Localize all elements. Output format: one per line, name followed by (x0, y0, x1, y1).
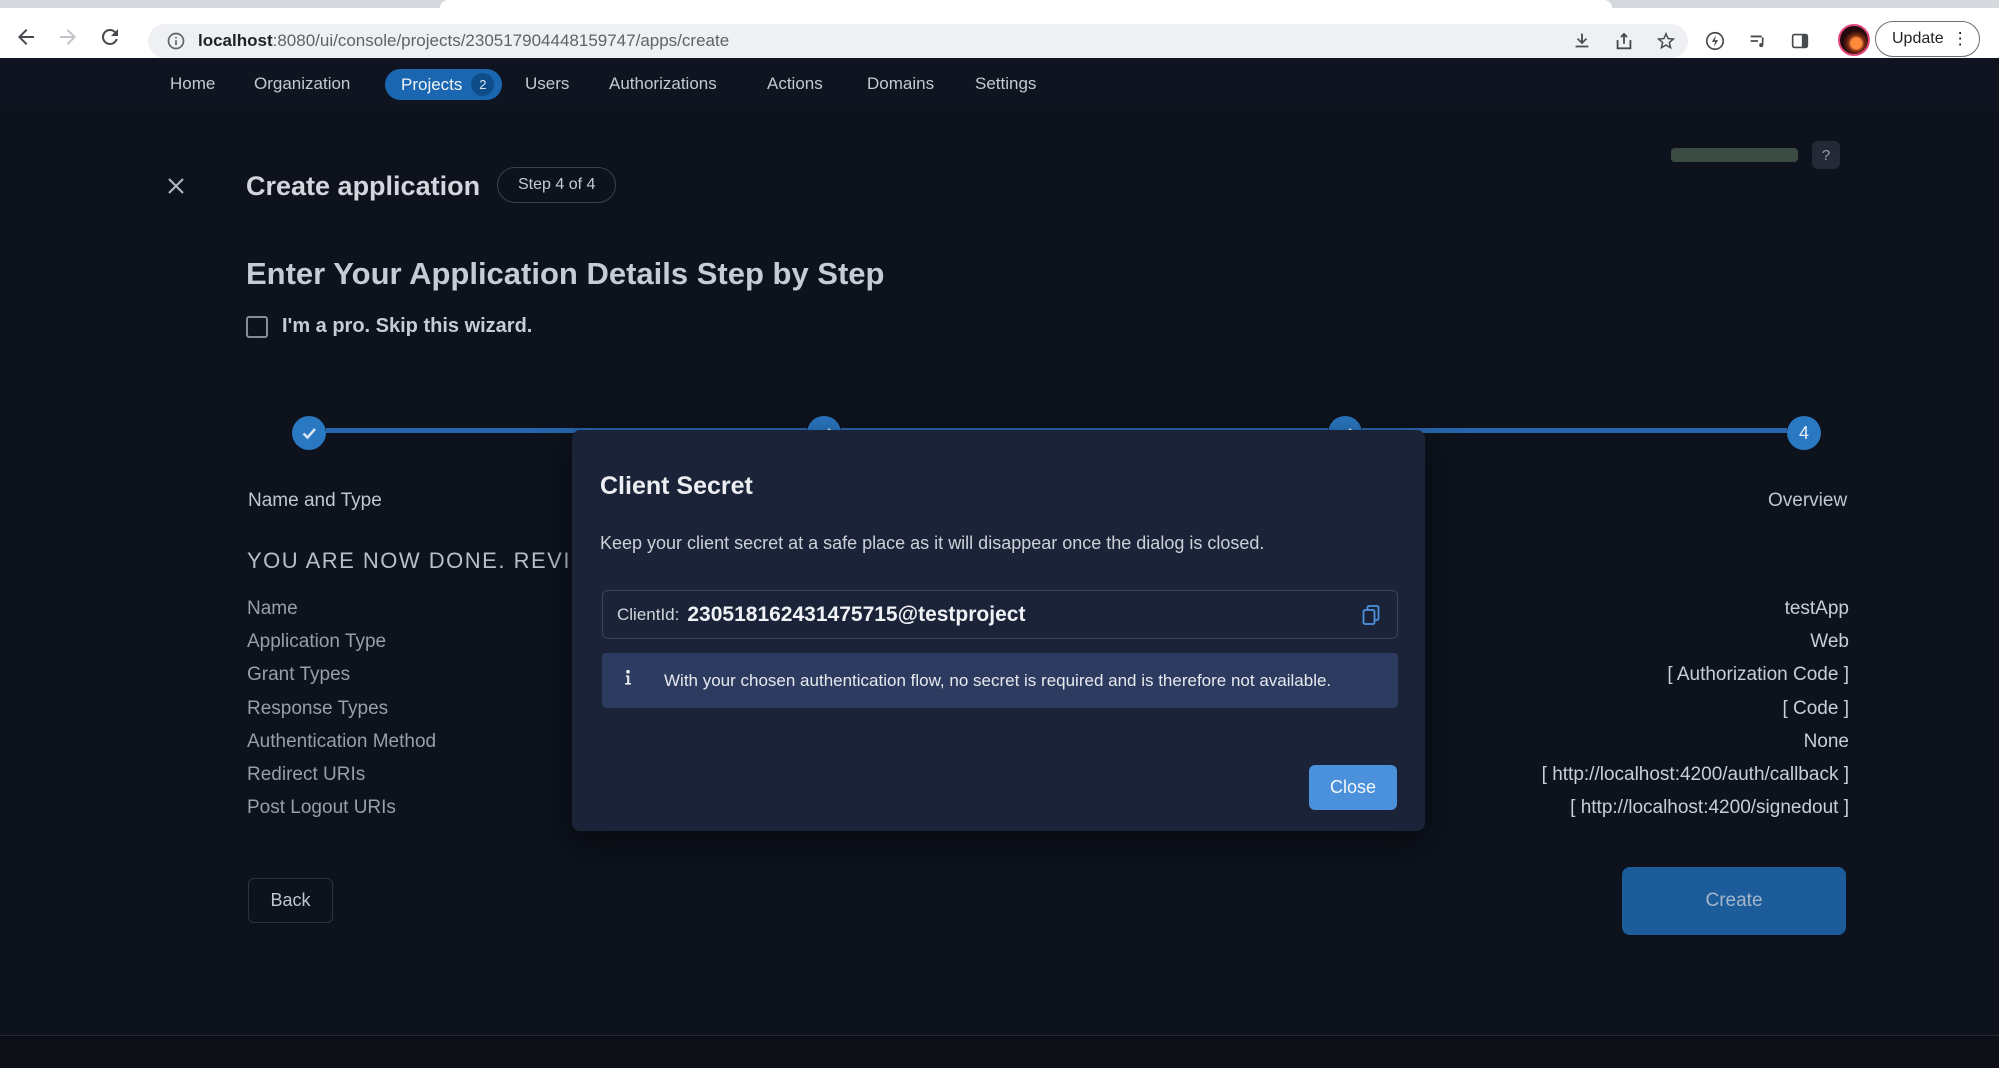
step-1-circle[interactable] (292, 416, 326, 450)
url-text[interactable]: localhost:8080/ui/console/projects/23051… (198, 31, 729, 51)
skip-wizard-row[interactable]: I'm a pro. Skip this wizard. (246, 315, 532, 338)
update-label: Update (1892, 30, 1944, 48)
step-1-label: Name and Type (248, 490, 382, 512)
copy-icon[interactable] (1359, 603, 1383, 627)
forward-icon[interactable] (56, 25, 80, 49)
review-value: [ Authorization Code ] (1542, 658, 1849, 691)
extension-leaf-icon[interactable] (1704, 30, 1726, 52)
review-value: [ http://localhost:4200/signedout ] (1542, 791, 1849, 824)
avatar[interactable] (1838, 24, 1870, 56)
download-icon[interactable] (1571, 30, 1593, 52)
step-4-label: Overview (1768, 490, 1847, 512)
client-id-field[interactable]: ClientId: 230518162431475715@testproject (602, 590, 1398, 639)
site-info-icon[interactable] (166, 31, 186, 51)
review-value: [ http://localhost:4200/auth/callback ] (1542, 758, 1849, 791)
back-button[interactable]: Back (248, 878, 333, 923)
client-id-value: 230518162431475715@testproject (687, 603, 1025, 627)
review-values: testApp Web [ Authorization Code ] [ Cod… (1542, 592, 1849, 824)
nav-item-actions[interactable]: Actions (767, 58, 823, 110)
review-value: Web (1542, 625, 1849, 658)
review-label: Post Logout URIs (247, 791, 436, 824)
browser-tabstrip (0, 0, 1999, 8)
app-nav: Home Organization Projects 2 Users Autho… (0, 58, 1999, 110)
step-connector (1362, 428, 1787, 433)
review-title: YOU ARE NOW DONE. REVIEW (247, 548, 609, 574)
dialog-description: Keep your client secret at a safe place … (600, 533, 1264, 554)
share-icon[interactable] (1613, 30, 1635, 52)
bookmark-star-icon[interactable] (1655, 30, 1677, 52)
review-label: Authentication Method (247, 725, 436, 758)
nav-item-authorizations[interactable]: Authorizations (609, 58, 717, 110)
review-label: Response Types (247, 692, 436, 725)
nav-item-projects[interactable]: Projects 2 (385, 69, 502, 100)
skip-wizard-label: I'm a pro. Skip this wizard. (282, 315, 532, 338)
review-label: Redirect URIs (247, 758, 436, 791)
nav-item-settings[interactable]: Settings (975, 58, 1036, 110)
step-4-number: 4 (1799, 423, 1809, 444)
page-title: Create application (246, 171, 480, 202)
review-labels: Name Application Type Grant Types Respon… (247, 592, 436, 824)
client-secret-dialog: Client Secret Keep your client secret at… (572, 430, 1425, 831)
extension-media-icon[interactable] (1747, 30, 1769, 52)
nav-item-projects-label: Projects (401, 75, 462, 95)
more-menu-icon[interactable]: ⋮ (1952, 29, 1969, 49)
projects-count-badge: 2 (471, 73, 494, 96)
review-value: [ Code ] (1542, 692, 1849, 725)
url-bar[interactable]: localhost:8080/ui/console/projects/23051… (148, 24, 1688, 58)
footer-bar (0, 1035, 1999, 1068)
client-id-label: ClientId: (617, 605, 679, 625)
nav-item-domains[interactable]: Domains (867, 58, 934, 110)
info-icon (618, 668, 638, 693)
url-host: localhost (198, 31, 273, 50)
active-tab[interactable] (440, 0, 1612, 8)
info-banner-text: With your chosen authentication flow, no… (664, 671, 1331, 691)
reload-icon[interactable] (98, 25, 122, 49)
step-4-circle[interactable]: 4 (1787, 416, 1821, 450)
nav-item-users[interactable]: Users (525, 58, 569, 110)
skip-wizard-checkbox[interactable] (246, 316, 268, 338)
nav-item-organization[interactable]: Organization (254, 58, 350, 110)
review-label: Application Type (247, 625, 436, 658)
browser-toolbar: localhost:8080/ui/console/projects/23051… (0, 8, 1999, 58)
review-label: Name (247, 592, 436, 625)
review-label: Grant Types (247, 658, 436, 691)
wizard-heading: Enter Your Application Details Step by S… (246, 256, 884, 292)
help-button[interactable]: ? (1812, 141, 1840, 169)
sidebar-toggle-icon[interactable] (1789, 30, 1811, 52)
create-button[interactable]: Create (1622, 867, 1846, 935)
dialog-title: Client Secret (600, 472, 753, 501)
step-chip: Step 4 of 4 (497, 167, 616, 203)
close-wizard-icon[interactable] (162, 172, 190, 200)
url-path: :8080/ui/console/projects/23051790444815… (273, 31, 730, 50)
step-check-icon (292, 416, 326, 450)
review-value: testApp (1542, 592, 1849, 625)
back-icon[interactable] (14, 25, 38, 49)
dialog-close-button[interactable]: Close (1309, 765, 1397, 810)
review-value: None (1542, 725, 1849, 758)
update-button[interactable]: Update ⋮ (1875, 21, 1980, 57)
info-banner: With your chosen authentication flow, no… (602, 653, 1398, 708)
nav-item-home[interactable]: Home (170, 58, 215, 110)
org-loading-skeleton (1671, 148, 1798, 162)
